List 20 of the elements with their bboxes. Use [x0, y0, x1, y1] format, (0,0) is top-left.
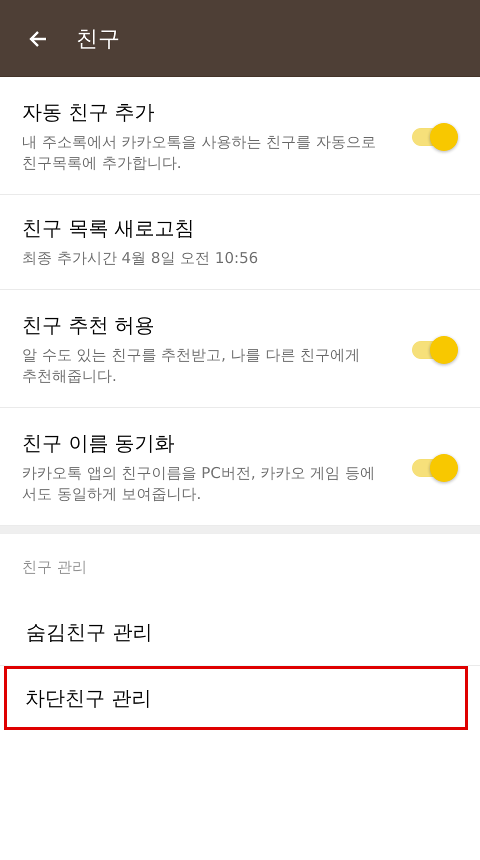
setting-description: 알 수도 있는 친구를 추천받고, 나를 다른 친구에게 추천해줍니다. [22, 345, 362, 387]
setting-title: 친구 이름 동기화 [22, 430, 176, 457]
menu-item: 숨김친구 관리 [25, 618, 154, 646]
settings-row[interactable]: 자동 친구 추가 내 주소록에서 카카오톡을 사용하는 친구를 자동으로 친구목록에 추가합니다. [0, 77, 480, 195]
setting-title: 자동 친구 추가 [22, 99, 156, 126]
highlight-frame[interactable]: 차단친구 관리 [4, 666, 468, 730]
setting-title: 친구 추천 허용 [22, 312, 156, 339]
menu-row[interactable]: 숨김친구 관리 [0, 599, 480, 666]
setting-description: 최종 추가시간 4월 8일 오전 10:56 [22, 248, 260, 269]
setting-description: 카카오톡 앱의 친구이름을 PC버전, 카카오 게임 등에서도 동일하게 보여줍니다. [22, 463, 376, 505]
screen-title: 친구 [76, 26, 120, 54]
menu-item: 차단친구 관리 [24, 684, 152, 712]
setting-title: 친구 목록 새로고침 [22, 215, 196, 242]
toggle-switch[interactable] [410, 122, 458, 150]
section-header: 친구 관리 [21, 557, 88, 578]
settings-row[interactable]: 친구 추천 허용 알 수도 있는 친구를 추천받고, 나를 다른 친구에게 추천해줍니다. [0, 290, 480, 408]
settings-row[interactable]: 친구 목록 새로고침 최종 추가시간 4월 8일 오전 10:56 [0, 195, 480, 290]
setting-description: 내 주소록에서 카카오톡을 사용하는 친구를 자동으로 친구목록에 추가합니다. [22, 132, 376, 174]
toggle-switch[interactable] [410, 454, 458, 482]
toggle-switch[interactable] [410, 336, 458, 364]
